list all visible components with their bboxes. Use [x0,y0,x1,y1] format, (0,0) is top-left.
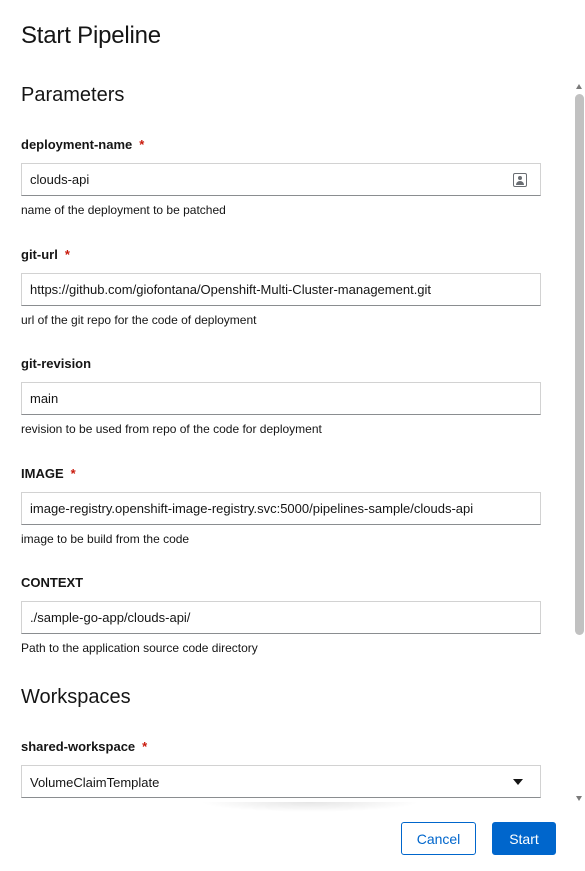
footer-shadow [200,802,420,812]
image-input[interactable] [21,492,541,525]
image-label: IMAGE * [21,466,76,481]
git-url-helper: url of the git repo for the code of depl… [21,313,257,327]
caret-down-icon[interactable] [513,779,523,785]
id-card-icon[interactable] [513,173,527,187]
required-marker: * [70,466,76,481]
required-marker: * [142,739,148,754]
modal-footer: Cancel Start [0,802,585,871]
cancel-button[interactable]: Cancel [401,822,476,855]
context-helper: Path to the application source code dire… [21,641,258,655]
image-helper: image to be build from the code [21,532,190,546]
required-marker: * [64,247,70,262]
modal-title: Start Pipeline [21,22,161,49]
deployment-name-label: deployment-name * [21,137,145,152]
git-revision-helper: revision to be used from repo of the cod… [21,422,322,436]
deployment-name-helper: name of the deployment to be patched [21,203,226,217]
start-button[interactable]: Start [492,822,556,855]
workspaces-heading: Workspaces [21,686,131,708]
scrollbar[interactable] [574,82,585,806]
required-marker: * [139,137,145,152]
shared-workspace-selected-value: VolumeClaimTemplate [30,775,160,790]
context-label: CONTEXT [21,575,84,590]
modal-body: Parameters deployment-name* name of the … [0,80,585,802]
deployment-name-input[interactable] [21,163,541,196]
git-url-input[interactable] [21,273,541,306]
scroll-up-arrow-icon[interactable] [576,84,582,89]
git-revision-label: git-revision [21,356,92,371]
scroll-down-arrow-icon[interactable] [576,796,582,801]
context-input[interactable] [21,601,541,634]
scrollbar-thumb[interactable] [575,94,584,635]
parameters-heading: Parameters [21,84,125,106]
shared-workspace-select[interactable]: VolumeClaimTemplate [21,765,541,798]
git-revision-input[interactable] [21,382,541,415]
git-url-label: git-url * [21,247,70,262]
shared-workspace-label: shared-workspace * [21,739,148,754]
